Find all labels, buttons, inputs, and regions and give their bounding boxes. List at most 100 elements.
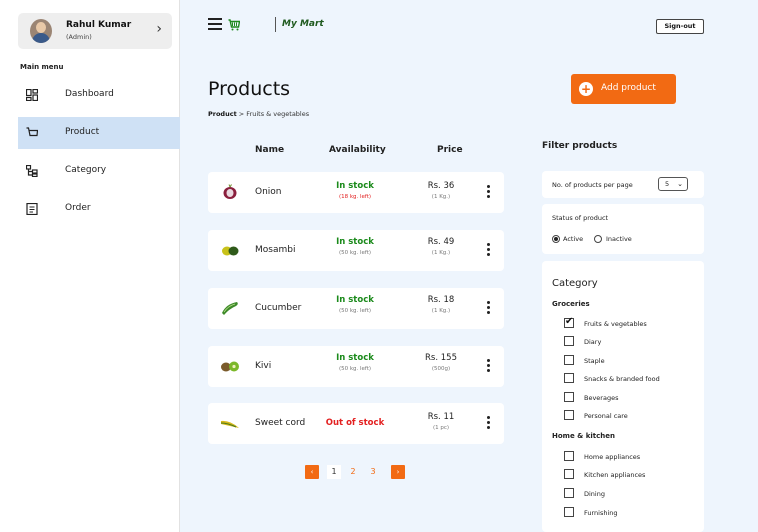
group-title-home-kitchen: Home & kitchen [552,432,615,440]
pagination-prev-button[interactable]: ‹ [305,465,319,479]
column-header-name: Name [255,145,285,155]
more-options-icon[interactable] [485,243,491,257]
product-name: Mosambi [255,245,296,255]
pagination-next-button[interactable]: › [391,465,405,479]
availability-cell: In stock (50 kg. left) [315,353,395,372]
more-options-icon[interactable] [485,359,491,373]
checkbox-label: Dining [584,490,605,498]
status-inactive-radio[interactable] [594,235,602,243]
stock-left: (50 kg. left) [338,308,372,314]
profile-role: (Admin) [66,33,92,41]
product-row[interactable]: Cucumber In stock (50 kg. left) Rs. 18 (… [208,288,504,329]
checkbox-diary[interactable] [564,336,574,346]
per-page-label: No. of products per page [552,181,633,189]
product-name: Onion [255,187,282,197]
price-cell: Rs. 155 (500g) [421,353,461,372]
stock-left: (50 kg. left) [338,366,372,372]
category-tree-icon [26,165,38,177]
checkbox-kitchen-appliances[interactable] [564,469,574,479]
column-header-price: Price [437,145,463,155]
checkbox-dining[interactable] [564,488,574,498]
status-active-label: Active [563,235,584,243]
checkbox-label: Personal care [584,412,628,420]
status-active-radio[interactable] [552,235,560,243]
sidebar-item-dashboard[interactable]: Dashboard [18,79,180,111]
stock-left: (18 kg. left) [338,194,372,200]
avatar [30,19,52,43]
sidebar-item-label: Order [65,203,91,213]
price-value: Rs. 11 [427,412,455,422]
stock-status: In stock [336,295,374,305]
product-row[interactable]: Mosambi In stock (50 kg. left) Rs. 49 (1… [208,230,504,271]
product-row[interactable]: Sweet cord Out of stock Rs. 11 (1 pc) [208,403,504,444]
sidebar-item-product[interactable]: Product [18,117,180,149]
column-header-availability: Availability [329,145,386,155]
price-cell: Rs. 18 (1 Kg.) [421,295,461,314]
dashboard-icon [26,89,38,101]
checkbox-furnishing[interactable] [564,507,574,517]
brand-name[interactable]: My Mart [282,19,324,29]
sidebar-item-label: Dashboard [65,89,114,99]
product-row[interactable]: Kivi In stock (50 kg. left) Rs. 155 (500… [208,346,504,387]
stock-status: In stock [336,353,374,363]
breadcrumb-separator: > [238,110,245,118]
checkbox-beverages[interactable] [564,392,574,402]
mosambi-image [222,246,239,256]
app: Rahul Kumar (Admin) › Main menu Dashboar… [0,0,758,532]
more-options-icon[interactable] [485,185,491,199]
checkbox-home-appliances[interactable] [564,451,574,461]
availability-cell: Out of stock [315,418,395,428]
stock-status: Out of stock [325,418,385,428]
checkbox-fruits-vegetables[interactable] [564,316,574,328]
cart-icon [26,127,38,137]
chevron-right-icon[interactable]: › [156,21,162,37]
checkbox-personal-care[interactable] [564,410,574,420]
chevron-down-icon: ⌄ [677,180,683,188]
availability-cell: In stock (50 kg. left) [315,295,395,314]
per-page-select[interactable]: 5 ⌄ [658,177,688,191]
stock-left: (50 kg. left) [338,250,372,256]
group-title-groceries: Groceries [552,300,590,308]
per-page-card: No. of products per page 5 ⌄ [542,171,704,198]
sweet-corn-image [220,420,239,428]
top-bar: My Mart Sign-out [180,0,758,46]
pagination-page-1[interactable]: 1 [327,465,341,479]
price-value: Rs. 36 [427,181,455,191]
more-options-icon[interactable] [485,301,491,315]
sidebar: Rahul Kumar (Admin) › Main menu Dashboar… [0,0,180,532]
more-options-icon[interactable] [485,416,491,430]
product-row[interactable]: Onion In stock (18 kg. left) Rs. 36 (1 K… [208,172,504,213]
pagination-page-3[interactable]: 3 [366,465,380,479]
add-product-button[interactable]: + Add product [571,74,676,104]
sidebar-item-label: Category [65,165,107,175]
checkbox-label: Beverages [584,394,619,402]
price-unit: (1 Kg.) [431,250,451,256]
sidebar-item-order[interactable]: Order [18,193,180,225]
kiwi-image [221,361,239,372]
per-page-value: 5 [665,180,670,188]
price-value: Rs. 18 [427,295,455,305]
profile-card[interactable]: Rahul Kumar (Admin) › [18,13,172,49]
breadcrumb-current: Fruits & vegetables [246,110,310,118]
status-label: Status of product [552,214,609,222]
status-inactive-label: Inactive [606,235,632,243]
checkbox-staple[interactable] [564,355,574,365]
onion-image [223,184,237,199]
main-menu-title: Main menu [20,63,64,71]
checkbox-label: Fruits & vegetables [584,320,647,328]
product-name: Sweet cord [255,418,306,428]
price-value: Rs. 155 [425,353,457,363]
breadcrumb-root[interactable]: Product [208,110,237,118]
plus-icon: + [579,82,593,96]
pagination-page-2[interactable]: 2 [346,465,360,479]
price-cell: Rs. 49 (1 Kg.) [421,237,461,256]
sidebar-item-category[interactable]: Category [18,155,180,187]
checkbox-label: Home appliances [584,453,641,461]
checkbox-snacks-branded-food[interactable] [564,373,574,383]
price-cell: Rs. 11 (1 pc) [421,412,461,431]
brand-divider [275,17,276,32]
sign-out-button[interactable]: Sign-out [656,19,704,34]
hamburger-menu-icon[interactable] [208,18,222,30]
checkbox-label: Staple [584,357,605,365]
price-cell: Rs. 36 (1 Kg.) [421,181,461,200]
